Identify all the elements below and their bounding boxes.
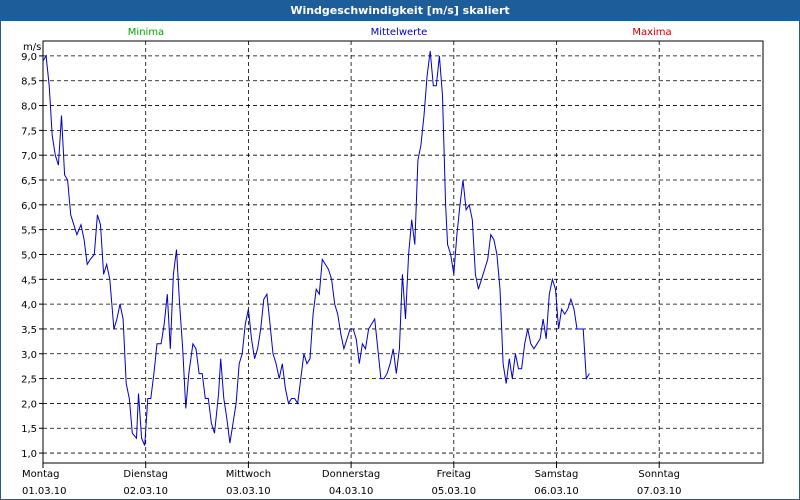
x-tick-date-label: 02.03.10 — [123, 486, 168, 497]
legend-mittelwerte: Mittelwerte — [371, 27, 428, 38]
series-layer — [42, 50, 590, 446]
y-tick-label: 4,0 — [21, 300, 37, 311]
plot-frame — [42, 40, 764, 464]
x-tick-date-label: 07.03.10 — [637, 486, 682, 497]
y-tick-label: 8,5 — [21, 77, 37, 88]
x-tick-date-label: 01.03.10 — [22, 486, 67, 497]
y-tick-label: 4,5 — [21, 275, 37, 286]
legend-minima: Minima — [128, 27, 164, 38]
y-tick-label: 3,0 — [21, 350, 37, 361]
x-tick-date-label: 06.03.10 — [534, 486, 579, 497]
y-tick-label: 1,0 — [21, 449, 37, 460]
y-tick-label: 2,0 — [21, 399, 37, 410]
x-tick-date-label: 03.03.10 — [226, 486, 271, 497]
y-tick-label: 7,5 — [21, 126, 37, 137]
y-tick-label: 2,5 — [21, 375, 37, 386]
y-tick-label: 8,0 — [21, 102, 37, 113]
x-tick-day-label: Dienstag — [123, 469, 168, 480]
y-tick-label: 6,0 — [21, 201, 37, 212]
chart-window: Windgeschwindigkeit [m/s] skaliert Minim… — [0, 0, 800, 500]
window-title: Windgeschwindigkeit [m/s] skaliert — [1, 1, 799, 21]
y-tick-label: 5,5 — [21, 226, 37, 237]
x-tick-day-label: Sonntag — [638, 469, 680, 480]
y-tick-label: 3,5 — [21, 325, 37, 336]
y-tick-label: 9,0 — [21, 52, 37, 63]
legend-maxima: Maxima — [632, 27, 671, 38]
series-line-mittelwerte — [42, 50, 590, 446]
y-tick-label: 5,0 — [21, 250, 37, 261]
y-tick-label: 6,5 — [21, 176, 37, 187]
y-tick-label: 1,5 — [21, 424, 37, 435]
y-axis-ticks: 1,0 1,5 2,0 2,5 3,0 3,5 4,0 4,5 5,0 5,5 6,0 6,5 7,0 7… — [21, 52, 43, 460]
x-tick-day-label: Freitag — [437, 469, 471, 480]
wind-speed-chart: Minima Mittelwerte Maxima m/s 1,01,52,02… — [21, 27, 764, 497]
x-tick-date-label: 04.03.10 — [329, 486, 374, 497]
grid-lines — [43, 41, 763, 463]
x-tick-day-label: Mittwoch — [226, 469, 271, 480]
x-tick-date-label: 05.03.10 — [432, 486, 477, 497]
x-tick-day-label: Samstag — [535, 469, 579, 480]
x-tick-day-label: Donnerstag — [322, 469, 380, 480]
y-tick-label: 7,0 — [21, 151, 37, 162]
x-axis-ticks: Montag 01.03.10 Dienstag 02.03.10 Mittwoch 03… — [22, 463, 681, 497]
x-tick-day-label: Montag — [22, 469, 59, 480]
